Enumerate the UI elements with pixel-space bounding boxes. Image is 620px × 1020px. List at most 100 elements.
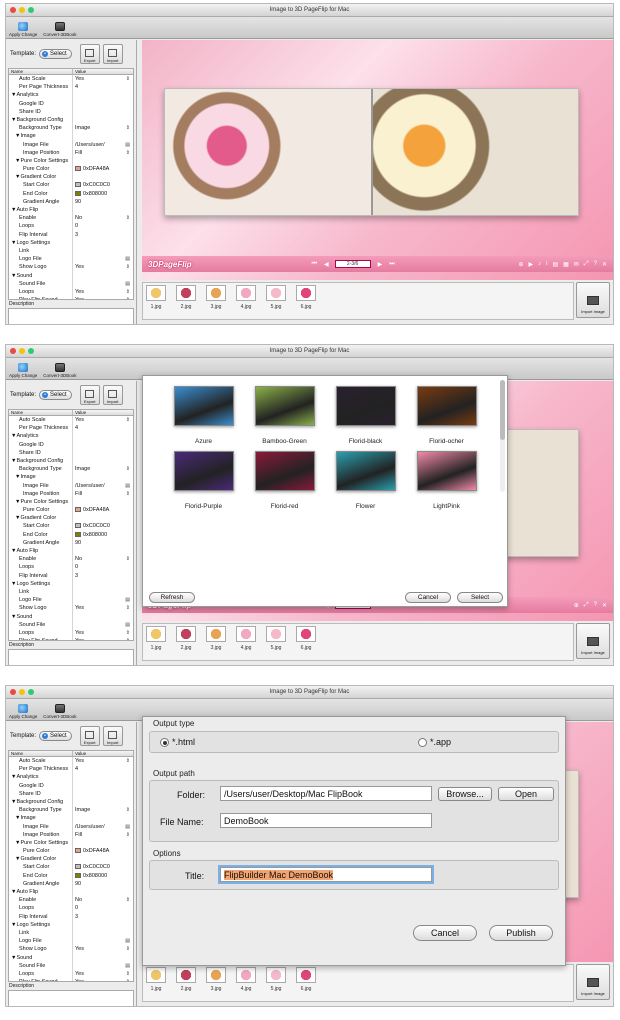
scroll-thumb[interactable] (500, 380, 505, 440)
property-row[interactable]: Sound File ▤ (9, 279, 133, 288)
thumbnail-item[interactable]: 1.jpg (146, 626, 166, 658)
property-value[interactable]: /Users/user/ ▤ (73, 482, 133, 490)
convert-3dbook-button[interactable]: Convert-3DBook (43, 22, 77, 38)
property-value[interactable]: 0xDFA48A (73, 165, 133, 173)
property-row[interactable]: ▼Gradient Color (9, 514, 133, 523)
sound-icon[interactable]: ♪ (538, 261, 541, 268)
template-item[interactable]: Florid-ocher (406, 386, 487, 445)
filename-input[interactable]: DemoBook (220, 813, 432, 828)
thumbnail-item[interactable]: 6.jpg (296, 967, 316, 999)
dropdown-arrows-icon[interactable]: ⇕ (126, 604, 130, 612)
property-value[interactable]: ▤ (73, 962, 133, 970)
dropdown-arrows-icon[interactable]: ⇕ (126, 806, 130, 814)
property-value[interactable] (73, 580, 133, 588)
dropdown-arrows-icon[interactable]: ⇕ (126, 263, 130, 271)
close-window-button[interactable] (10, 689, 16, 695)
dropdown-arrows-icon[interactable]: ⇕ (126, 149, 130, 157)
property-row[interactable]: Loops 0 (9, 222, 133, 231)
property-row[interactable]: ▼Image (9, 814, 133, 823)
close-icon[interactable]: ✕ (602, 261, 607, 268)
property-row[interactable]: Image File/Users/user/ ▤ (9, 822, 133, 831)
property-row[interactable]: Play Flip SoundYes ⇕ (9, 637, 133, 640)
folder-input[interactable]: /Users/user/Desktop/Mac FlipBook (220, 786, 432, 801)
dropdown-arrows-icon[interactable]: ⇕ (126, 757, 130, 765)
property-row[interactable]: Pure Color 0xDFA48A (9, 506, 133, 515)
thumbnail-item[interactable]: 6.jpg (296, 626, 316, 658)
property-row[interactable]: Background Type Image ⇕ (9, 806, 133, 815)
property-value[interactable]: /Users/user/ ▤ (73, 141, 133, 149)
property-row[interactable]: ▼Background Config (9, 115, 133, 125)
convert-3dbook-button[interactable]: Convert-3DBook (43, 704, 77, 720)
template-item[interactable]: Florid-Purple (163, 451, 244, 510)
property-row[interactable]: Per Page Thickness 4 (9, 83, 133, 92)
dropdown-arrows-icon[interactable]: ⇕ (126, 945, 130, 953)
property-value[interactable] (73, 839, 133, 847)
apply-change-button[interactable]: Apply Change (9, 704, 37, 720)
property-row[interactable]: Start Color 0xC0C0C0 (9, 181, 133, 190)
minimize-window-button[interactable] (19, 689, 25, 695)
thumbnail-item[interactable]: 1.jpg (146, 967, 166, 999)
property-value[interactable]: 3 (73, 572, 133, 580)
property-row[interactable]: Enable No ⇕ (9, 555, 133, 564)
property-value[interactable] (73, 473, 133, 481)
thumbnail-item[interactable]: 5.jpg (266, 285, 286, 317)
property-row[interactable]: Loops Yes ⇕ (9, 287, 133, 297)
property-value[interactable]: Yes ⇕ (73, 970, 133, 978)
browse-file-icon[interactable]: ▤ (125, 823, 130, 831)
help-icon[interactable]: ? (594, 261, 597, 268)
property-row[interactable]: Image Position Fill ⇕ (9, 148, 133, 157)
property-row[interactable]: Play Flip SoundYes ⇕ (9, 978, 133, 981)
thumbnail-item[interactable]: 3.jpg (206, 967, 226, 999)
property-value[interactable]: 90 (73, 539, 133, 547)
color-swatch[interactable] (75, 523, 81, 529)
select-template-button[interactable]: • Select (39, 49, 72, 59)
select-button[interactable]: Select (457, 592, 503, 603)
template-item[interactable]: Bamboo-Green (244, 386, 325, 445)
property-value[interactable]: 0x808000 (73, 872, 133, 880)
property-row[interactable]: Loops 0 (9, 904, 133, 913)
property-value[interactable]: 4 (73, 765, 133, 773)
template-item[interactable]: Florid-red (244, 451, 325, 510)
thumbnail-item[interactable]: 3.jpg (206, 626, 226, 658)
property-row[interactable]: Logo File ▤ (9, 596, 133, 605)
description-box[interactable] (8, 649, 134, 665)
thumbnail-item[interactable]: 2.jpg (176, 285, 196, 317)
property-value[interactable]: Yes ⇕ (73, 296, 133, 299)
property-value[interactable] (73, 814, 133, 822)
property-value[interactable]: Image ⇕ (73, 806, 133, 814)
property-row[interactable]: Sound File ▤ (9, 961, 133, 970)
import-image-button[interactable]: Import Image (576, 282, 610, 318)
property-value[interactable]: Yes ⇕ (73, 978, 133, 981)
thumbnail-item[interactable]: 5.jpg (266, 626, 286, 658)
property-value[interactable] (73, 272, 133, 280)
property-value[interactable]: Fill ⇕ (73, 490, 133, 498)
property-table[interactable]: Name Value Auto Scale Yes ⇕ Per Page Thickne… (8, 750, 134, 982)
color-swatch[interactable] (75, 848, 81, 854)
property-row[interactable]: Loops Yes ⇕ (9, 628, 133, 638)
property-value[interactable]: 0 (73, 563, 133, 571)
property-row[interactable]: Link (9, 246, 133, 256)
property-value[interactable]: 3 (73, 231, 133, 239)
property-row[interactable]: Link (9, 587, 133, 597)
select-template-button[interactable]: • Select (39, 731, 72, 741)
zoom-icon[interactable]: ⊕ (518, 261, 523, 268)
property-value[interactable] (73, 929, 133, 937)
browse-file-icon[interactable]: ▤ (125, 141, 130, 149)
property-row[interactable]: Per Page Thickness 4 (9, 765, 133, 774)
property-value[interactable]: Image ⇕ (73, 124, 133, 132)
property-row[interactable]: ▼Pure Color Settings (9, 156, 133, 166)
property-row[interactable]: ▼Gradient Color (9, 855, 133, 864)
close-window-button[interactable] (10, 7, 16, 13)
help-icon[interactable]: ? (594, 602, 597, 609)
color-swatch[interactable] (75, 864, 81, 870)
property-value[interactable]: 0x808000 (73, 190, 133, 198)
property-row[interactable]: Background Type Image ⇕ (9, 124, 133, 133)
browse-file-icon[interactable]: ▤ (125, 621, 130, 629)
property-row[interactable]: ▼Analytics (9, 773, 133, 782)
property-value[interactable] (73, 132, 133, 140)
property-row[interactable]: ▼Pure Color Settings (9, 497, 133, 507)
property-row[interactable]: ▼Logo Settings (9, 920, 133, 929)
property-row[interactable]: Flip Interval 3 (9, 571, 133, 580)
dropdown-arrows-icon[interactable]: ⇕ (126, 124, 130, 132)
property-row[interactable]: ▼Image (9, 132, 133, 141)
